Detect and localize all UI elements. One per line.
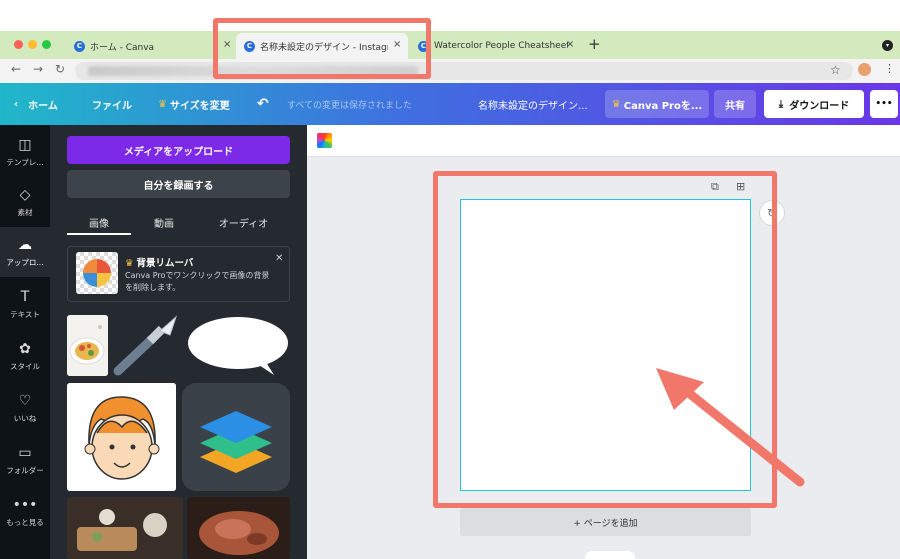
browser-tab-watercolor[interactable]: C Watercolor People Cheatsheet [418, 33, 568, 59]
active-tab-indicator [67, 233, 131, 235]
template-icon: ◫ [18, 136, 32, 153]
rail-label: アップロ... [6, 257, 44, 267]
home-link[interactable]: ‹ ホーム [14, 83, 58, 125]
rail-item-folders[interactable]: ▭ フォルダー [0, 435, 50, 485]
upload-media-button[interactable]: メディアをアップロード [67, 136, 290, 164]
top-strip [0, 0, 900, 31]
record-yourself-button[interactable]: 自分を録画する [67, 170, 290, 198]
rail-label: スタイル [10, 361, 40, 371]
tab-videos[interactable]: 動画 [131, 211, 197, 233]
cartoon-face-image [67, 383, 176, 491]
folder-icon: ▭ [18, 444, 32, 461]
rail-item-uploads[interactable]: ☁ アップロ... [0, 227, 50, 277]
upload-thumb-steak[interactable] [187, 497, 290, 559]
speech-bubble-image [188, 317, 288, 375]
rail-item-styles[interactable]: ✿ スタイル [0, 331, 50, 381]
annotation-arrow-icon [656, 368, 805, 487]
food-plate-image [67, 315, 108, 376]
paint-brush-image [113, 315, 178, 376]
tab-title: Watercolor People Cheatsheet [434, 41, 568, 51]
rail-item-elements[interactable]: ◇ 素材 [0, 177, 50, 227]
text-icon: T [20, 288, 30, 305]
dining-table-image [67, 497, 183, 559]
tab-audio[interactable]: オーディオ [197, 211, 290, 233]
upload-thumb-face[interactable] [67, 383, 176, 491]
crown-icon: ♛ [125, 258, 134, 269]
tab-images[interactable]: 画像 [67, 211, 131, 233]
maximize-window-button[interactable] [42, 40, 51, 49]
editor-toolbar [307, 125, 900, 157]
rail-label: テンプレ... [6, 157, 44, 167]
crown-icon: ♛ [158, 98, 167, 110]
design-name[interactable]: 名称未設定のデザイン... [478, 83, 588, 125]
canva-pro-label: Canva Proを... [623, 100, 703, 112]
more-options-button[interactable]: ••• [870, 90, 898, 118]
grilled-meat-image [187, 497, 290, 559]
download-icon: ⤓ [778, 98, 784, 110]
tab-close-icon[interactable]: × [566, 39, 574, 50]
beach-ball-image [83, 259, 111, 287]
upload-thumb-brush[interactable] [112, 315, 182, 376]
back-arrow-icon[interactable]: ← [11, 62, 21, 76]
canva-pro-button[interactable]: ♛ Canva Proを... [605, 90, 709, 118]
tab-search-icon[interactable]: ▾ [882, 40, 893, 51]
share-button[interactable]: 共有 [714, 90, 756, 118]
highlight-box-tab [213, 18, 431, 79]
download-label: ダウンロード [789, 100, 850, 112]
heart-icon: ♡ [18, 392, 32, 409]
new-tab-button[interactable]: + [588, 35, 601, 53]
rail-item-likes[interactable]: ♡ いいね [0, 383, 50, 433]
forward-arrow-icon[interactable]: → [33, 62, 43, 76]
home-label: ホーム [28, 100, 58, 112]
download-button[interactable]: ⤓ ダウンロード [764, 90, 864, 118]
close-icon[interactable]: ✕ [275, 253, 283, 264]
rail-label: 素材 [17, 207, 33, 217]
file-menu[interactable]: ファイル [92, 83, 132, 125]
crown-icon: ♛ [611, 98, 621, 110]
rail-item-more[interactable]: ••• もっと見る [0, 487, 50, 537]
browser-menu-icon[interactable]: ⋮ [884, 62, 895, 75]
rail-item-templates[interactable]: ◫ テンプレ... [0, 127, 50, 177]
bookmark-star-icon[interactable]: ☆ [830, 63, 841, 77]
resize-label: サイズを変更 [169, 100, 230, 112]
zoom-control[interactable] [585, 551, 635, 559]
promo-title-text: 背景リムーバ [136, 258, 194, 269]
upload-thumb-layers[interactable] [182, 383, 290, 491]
resize-menu[interactable]: ♛ サイズを変更 [158, 83, 230, 125]
profile-avatar[interactable] [858, 63, 871, 76]
promo-body: Canva Proでワンクリックで画像の背景を削除します。 [125, 271, 270, 292]
add-page-button[interactable]: + ページを追加 [460, 508, 751, 536]
color-picker-icon[interactable] [317, 133, 332, 148]
rail-item-text[interactable]: T テキスト [0, 279, 50, 329]
upload-icon: ☁ [18, 236, 32, 253]
canva-favicon-icon: C [74, 40, 85, 52]
more-icon: ••• [12, 496, 38, 513]
elements-icon: ◇ [19, 186, 31, 203]
tab-title: ホーム - Canva [90, 42, 155, 53]
rail-label: もっと見る [6, 517, 44, 527]
undo-icon[interactable]: ↶ [257, 83, 269, 125]
upload-thumb-food[interactable] [67, 315, 108, 376]
style-icon: ✿ [19, 340, 31, 357]
save-status: すべての変更は保存されました [287, 100, 413, 111]
rail-label: いいね [13, 413, 37, 423]
chevron-left-icon: ‹ [14, 98, 19, 110]
minimize-window-button[interactable] [28, 40, 37, 49]
rail-label: テキスト [10, 309, 40, 319]
browser-tab-home[interactable]: C ホーム - Canva [74, 33, 224, 59]
upload-thumb-dish[interactable] [67, 497, 183, 559]
reload-icon[interactable]: ↻ [55, 62, 65, 76]
upload-thumb-speech-bubble[interactable] [186, 315, 290, 376]
close-window-button[interactable] [14, 40, 23, 49]
stacked-layers-image [182, 383, 290, 491]
rail-label: フォルダー [6, 465, 44, 475]
promo-title: ♛ 背景リムーバ [125, 255, 193, 269]
